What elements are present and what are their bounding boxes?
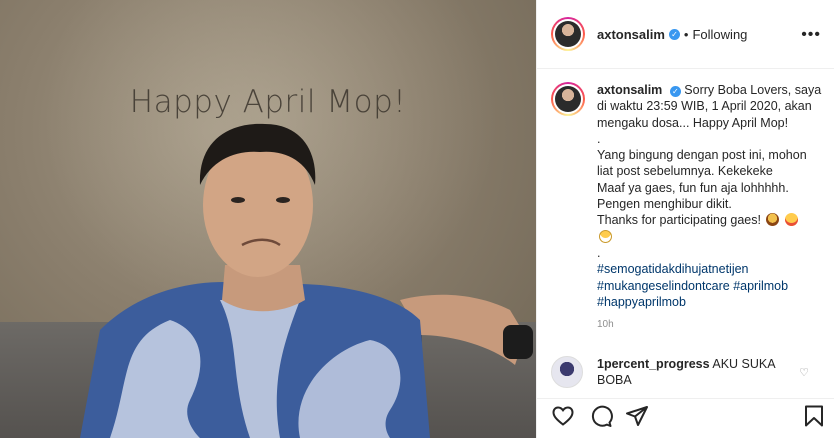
comment-icon[interactable] — [589, 404, 613, 428]
action-bar — [537, 398, 834, 438]
author-username[interactable]: axtonsalim — [597, 27, 665, 42]
verified-badge-icon: ✓ — [669, 86, 681, 97]
share-icon[interactable] — [625, 404, 649, 428]
hashtag-link[interactable]: #mukangeselindontcare #aprilmob — [597, 278, 825, 294]
commenter-avatar[interactable] — [551, 356, 583, 388]
following-button[interactable]: Following — [692, 27, 747, 42]
caption: axtonsalim ✓ Sorry Boba Lovers, saya di … — [551, 82, 825, 347]
caption-username[interactable]: axtonsalim — [597, 83, 662, 97]
yum-face-emoji-icon — [784, 213, 798, 227]
more-options-icon[interactable]: ••• — [801, 26, 821, 44]
grin-emoji-icon — [599, 229, 612, 243]
caption-line-5: Pengen menghibur dikit. — [597, 197, 732, 212]
heart-icon[interactable] — [551, 404, 575, 428]
commenter-username[interactable]: 1percent_progress — [597, 357, 710, 371]
caption-avatar[interactable] — [551, 82, 585, 116]
author-avatar[interactable] — [551, 17, 585, 51]
caption-line-2: . — [597, 131, 601, 146]
verified-badge-icon: ✓ — [668, 28, 680, 40]
hashtag-link[interactable]: #semogatidakdihujatnetijen — [597, 261, 825, 277]
caption-text: axtonsalim ✓ Sorry Boba Lovers, saya di … — [597, 82, 825, 347]
post-photo[interactable]: Happy April Mop! — [0, 0, 536, 438]
monkey-emoji-icon — [766, 213, 780, 227]
person-figure — [80, 123, 533, 438]
caption-line-4: Maaf ya gaes, fun fun aja lohhhhh. — [597, 180, 789, 195]
hashtag-link[interactable]: #happyaprilmob — [597, 294, 825, 310]
post-header: axtonsalim ✓ • Following ••• — [537, 0, 834, 69]
caption-line-3: Yang bingung dengan post ini, mohon liat… — [597, 148, 807, 179]
comment-like-heart-icon[interactable]: ♡ — [799, 366, 809, 379]
instagram-post: Happy April Mop! axtonsalim ✓ • Followin… — [0, 0, 834, 438]
caption-line-7: . — [597, 245, 601, 260]
caption-line-6: Thanks for participating gaes! — [597, 213, 761, 228]
post-time[interactable]: 10h — [597, 317, 825, 333]
post-side-panel: axtonsalim ✓ • Following ••• axtonsalim … — [536, 0, 834, 438]
header-separator: • — [683, 26, 689, 42]
comment-item: 1percent_progress AKU SUKA BOBA ♡ — [551, 356, 825, 388]
bookmark-icon[interactable] — [803, 404, 825, 428]
